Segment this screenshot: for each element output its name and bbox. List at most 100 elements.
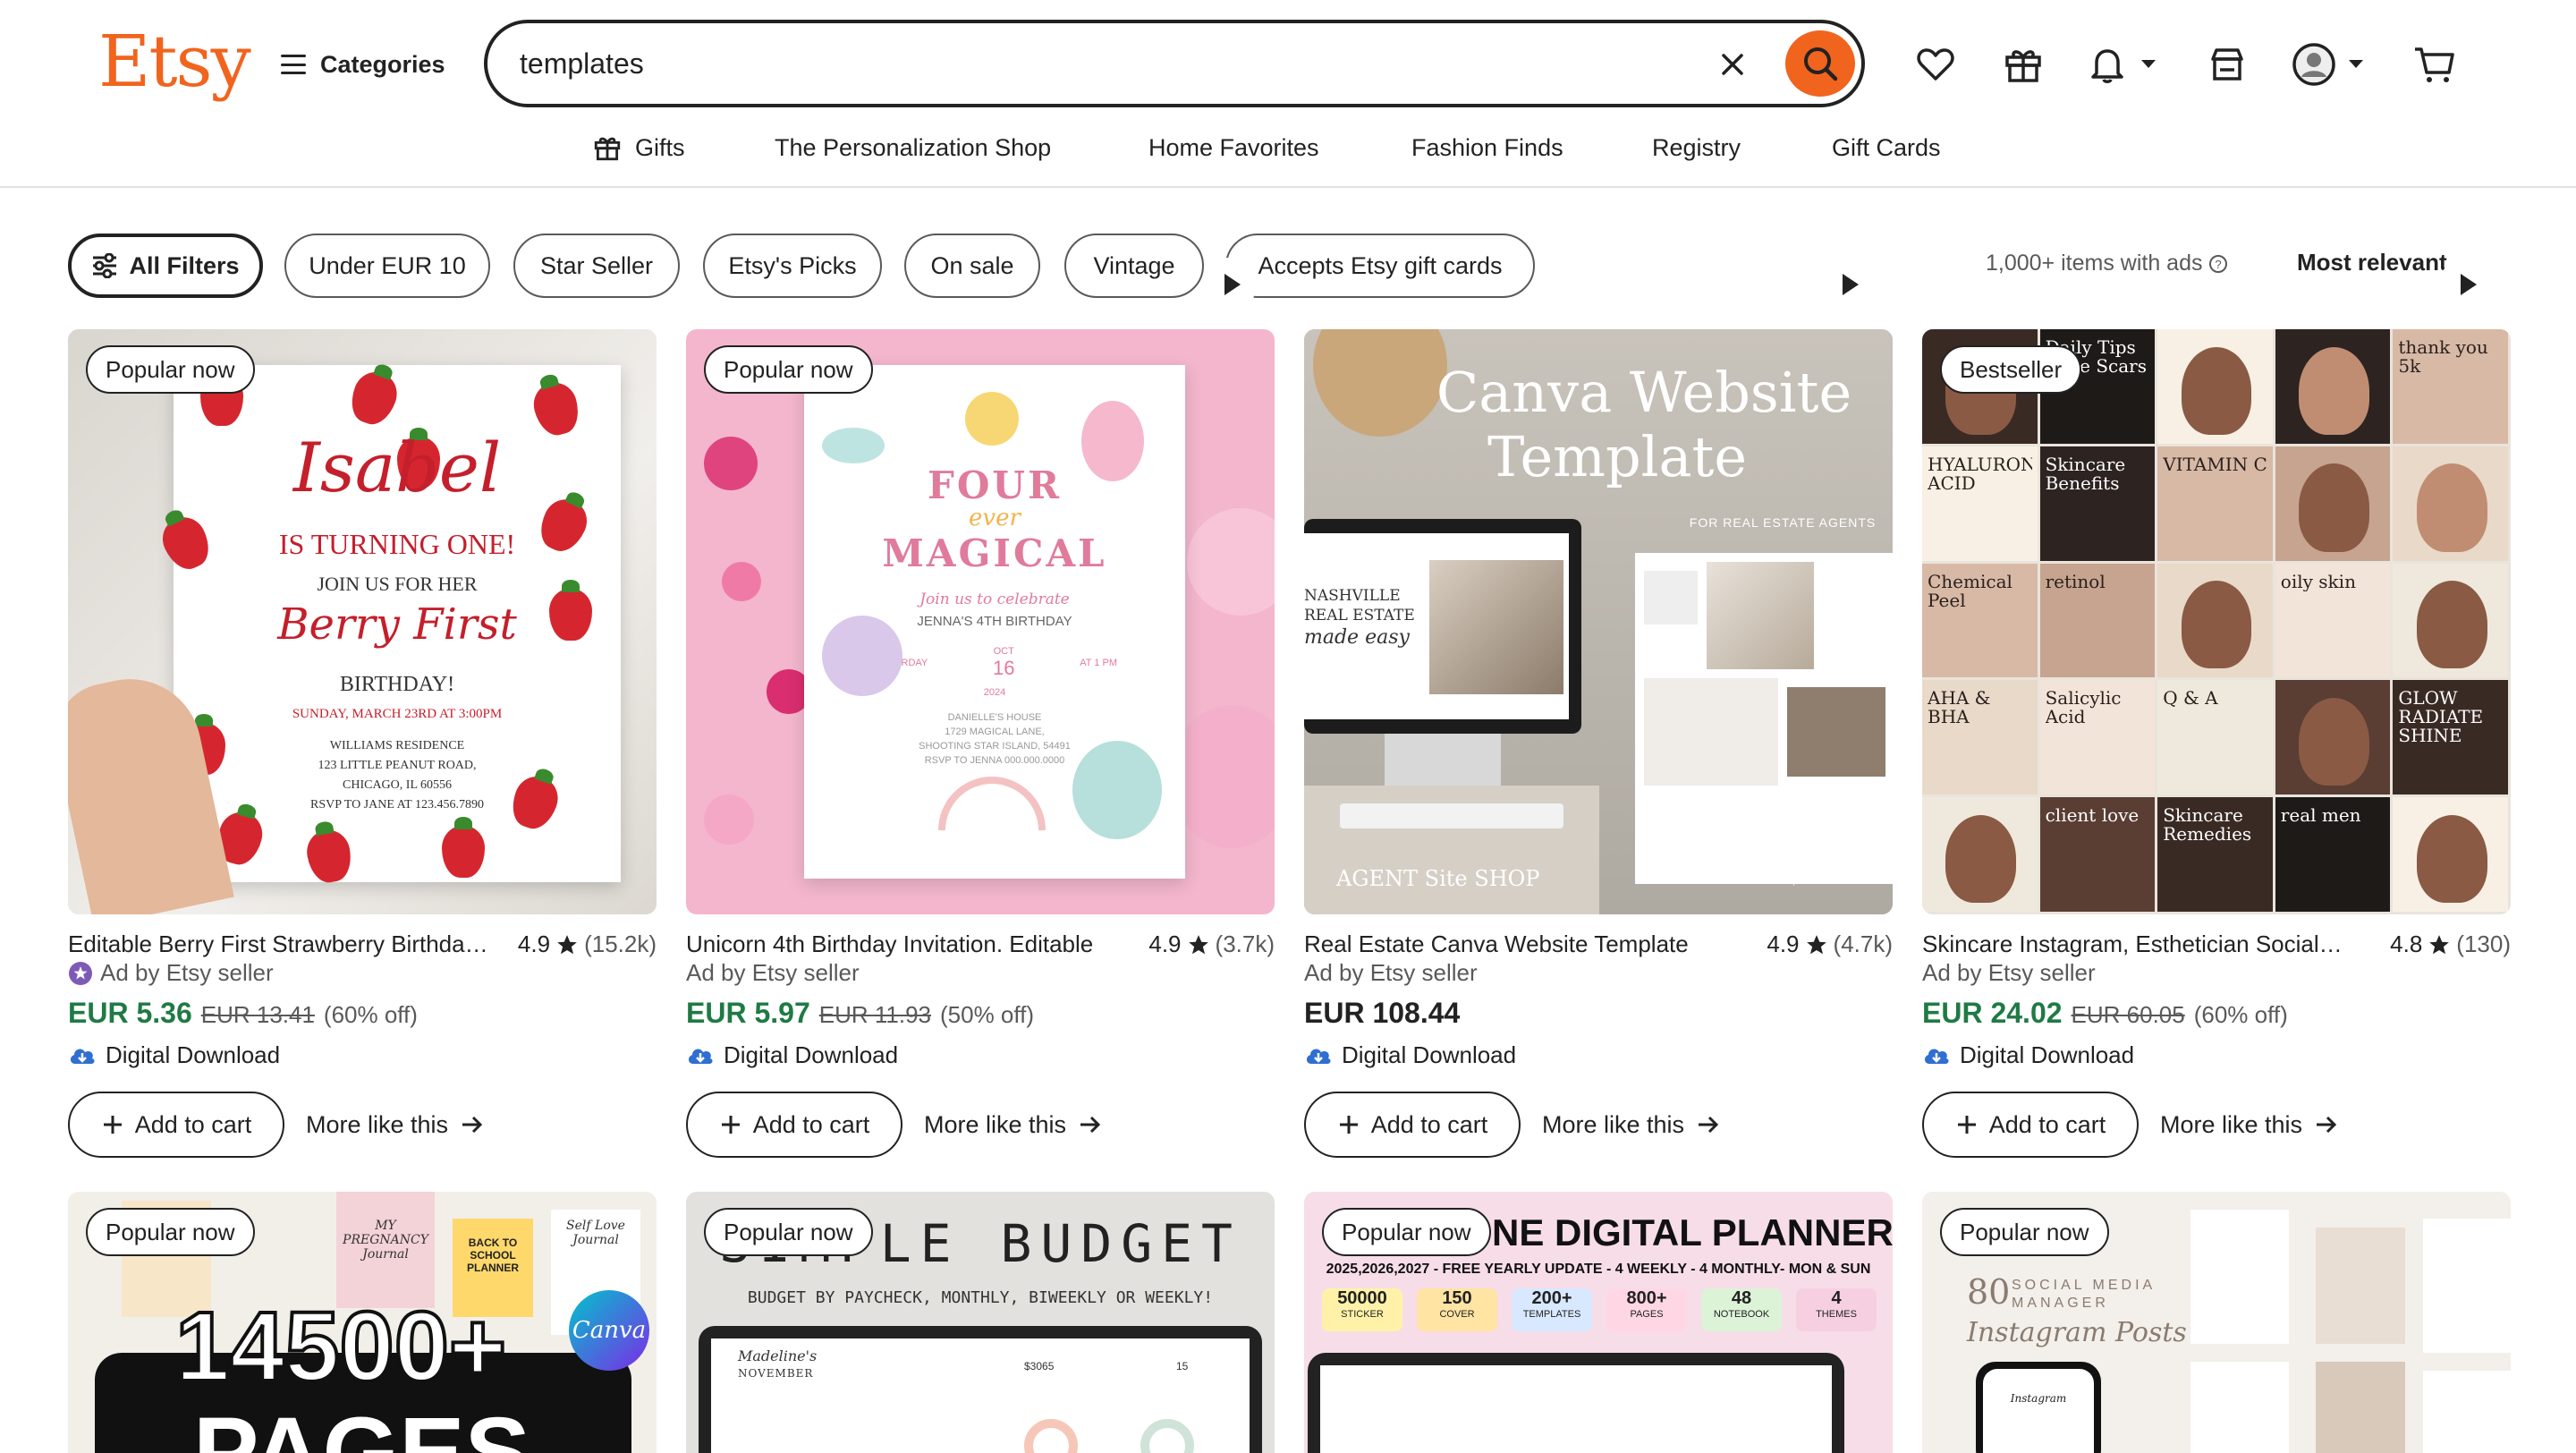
sub-navigation: Gifts The Personalization Shop Home Favo… [0, 125, 2576, 170]
collage-tile-text: HYALURONIC ACID [1928, 455, 2032, 493]
arrow-right-icon [2317, 1116, 2337, 1134]
etsy-logo[interactable]: Etsy [98, 20, 251, 103]
more-like-this-label: More like this [2160, 1110, 2303, 1138]
sort-label: Most relevant [2297, 249, 2447, 276]
add-to-cart-label: Add to cart [134, 1110, 252, 1138]
info-icon[interactable]: ? [2208, 254, 2228, 274]
all-filters-button[interactable]: All Filters [68, 234, 263, 298]
collage-tile: AHA & BHA [1922, 680, 2038, 795]
price-row: EUR 5.97 EUR 11.93 (50% off) [686, 997, 1034, 1030]
collage-tile: GLOW RADIATE SHINE [2393, 680, 2508, 795]
filter-under-eur-10[interactable]: Under EUR 10 [284, 234, 490, 298]
stat-box: 48 NOTEBOOK [1701, 1288, 1782, 1331]
gift-icon [594, 137, 621, 161]
listing-title-row: Real Estate Canva Website Template 4.9 (… [1304, 930, 1893, 963]
listing-image[interactable]: FOUR ever MAGICAL Join us to celebrate J… [686, 329, 1275, 914]
listing-title-row: Skincare Instagram, Esthetician Social M… [1922, 930, 2511, 963]
thumbnail-text: Self Love Journal [566, 1219, 625, 1247]
svg-text:?: ? [2215, 258, 2221, 271]
more-like-this-button[interactable]: More like this [1542, 1092, 1720, 1158]
add-to-cart-button[interactable]: Add to cart [68, 1092, 284, 1158]
hero-title: Canva Website [1436, 360, 1852, 425]
nav-home-favorites[interactable]: Home Favorites [1148, 125, 1319, 170]
more-like-this-button[interactable]: More like this [2160, 1092, 2338, 1158]
collage-tile-text: AHA & BHA [1928, 689, 1991, 727]
stat-label: PAGES [1630, 1309, 1664, 1320]
collage-tile-text: VITAMIN C [2163, 455, 2267, 474]
listing-rating: 4.9 (4.7k) [1767, 930, 1893, 958]
discount: (50% off) [940, 1001, 1035, 1028]
review-count: (3.7k) [1215, 930, 1275, 957]
search-input[interactable] [520, 41, 1709, 86]
invitation-card: Isabel IS TURNING ONE! JOIN US FOR HER B… [155, 365, 621, 886]
collage-photo [2299, 346, 2370, 435]
seller-text: Ad by Etsy seller [686, 959, 860, 986]
plus-icon [103, 1116, 122, 1134]
cart-button[interactable] [2411, 39, 2456, 89]
filter-vintage[interactable]: Vintage [1064, 234, 1204, 298]
add-to-cart-button[interactable]: Add to cart [1922, 1092, 2139, 1158]
nav-registry[interactable]: Registry [1652, 125, 1741, 170]
digital-download-text: Digital Download [724, 1041, 899, 1068]
favorites-button[interactable] [1914, 39, 1957, 89]
search-button[interactable] [1785, 30, 1855, 97]
filter-accepts-gift-cards[interactable]: Accepts Etsy gift cards [1225, 234, 1535, 298]
stat-value: 4 [1831, 1288, 1842, 1308]
filter-etsys-picks[interactable]: Etsy's Picks [703, 234, 882, 298]
video-play-button[interactable] [1203, 258, 1257, 311]
video-play-button[interactable] [1821, 258, 1875, 311]
listing-title[interactable]: Editable Berry First Strawberry Birthday… [68, 930, 488, 958]
more-like-this-button[interactable]: More like this [306, 1092, 484, 1158]
discount: (60% off) [2193, 1001, 2288, 1028]
website-preview [1635, 553, 1893, 884]
star-icon [557, 934, 577, 954]
video-play-button[interactable] [2439, 258, 2493, 311]
listing-title[interactable]: Unicorn 4th Birthday Invitation. Editabl… [686, 930, 1106, 958]
nav-fashion-finds[interactable]: Fashion Finds [1411, 125, 1563, 170]
shop-icon [2211, 48, 2243, 81]
add-to-cart-button[interactable]: Add to cart [686, 1092, 902, 1158]
invitation-line: IS TURNING ONE! [278, 528, 516, 560]
clear-icon[interactable] [1715, 47, 1750, 82]
invitation-line: JOIN US FOR HER [317, 573, 478, 595]
plus-icon [1957, 1116, 1976, 1134]
collage-tile [2393, 446, 2508, 561]
collage-tile-text: client love [2045, 806, 2140, 826]
screen-text: NASHVILLE [1304, 587, 1401, 605]
price-row: EUR 24.02 EUR 60.05 (60% off) [1922, 997, 2288, 1030]
arrow-right-icon [1699, 1116, 1719, 1134]
nav-personalization-shop[interactable]: The Personalization Shop [775, 125, 1051, 170]
nav-gifts[interactable]: Gifts [592, 125, 685, 170]
listing-image[interactable]: Isabel IS TURNING ONE! JOIN US FOR HER B… [68, 329, 657, 914]
star-icon [1188, 934, 1208, 954]
add-to-cart-button[interactable]: Add to cart [1304, 1092, 1521, 1158]
digital-download-line: Digital Download [1922, 1041, 2134, 1069]
listing-image[interactable]: Canva Website Template FOR REAL ESTATE A… [1304, 329, 1893, 914]
filter-on-sale[interactable]: On sale [904, 234, 1040, 298]
shop-manager-button[interactable] [2206, 39, 2249, 89]
search-icon [1804, 47, 1838, 81]
notifications-button[interactable] [2086, 39, 2157, 89]
filter-star-seller[interactable]: Star Seller [513, 234, 680, 298]
collage-photo [2181, 581, 2252, 669]
invitation-line: OCT [993, 646, 1014, 657]
categories-button[interactable]: Categories [281, 45, 445, 84]
listing-image[interactable]: Daily Tips Acne Scars thank you 5k HYALURO… [1922, 329, 2511, 914]
popular-now-badge: Popular now [1940, 1208, 2109, 1256]
popular-now-badge: Popular now [86, 345, 255, 394]
listing-title[interactable]: Real Estate Canva Website Template [1304, 930, 1724, 958]
stat-value: 200+ [1531, 1288, 1572, 1308]
invitation-line: FOUR [928, 463, 1062, 507]
listing-title[interactable]: Skincare Instagram, Esthetician Social M… [1922, 930, 2343, 958]
nav-gift-cards[interactable]: Gift Cards [1832, 125, 1941, 170]
original-price: EUR 60.05 [2071, 1001, 2185, 1028]
stat-box: 200+ TEMPLATES [1512, 1288, 1592, 1331]
chevron-down-icon [2141, 60, 2156, 68]
account-button[interactable] [2292, 39, 2365, 89]
invitation-line: Join us to celebrate [919, 591, 1070, 608]
gifts-button[interactable] [2002, 39, 2045, 89]
stat-label: COVER [1439, 1309, 1475, 1320]
original-price: EUR 13.41 [200, 1001, 315, 1028]
play-icon [2461, 274, 2477, 295]
more-like-this-button[interactable]: More like this [924, 1092, 1102, 1158]
